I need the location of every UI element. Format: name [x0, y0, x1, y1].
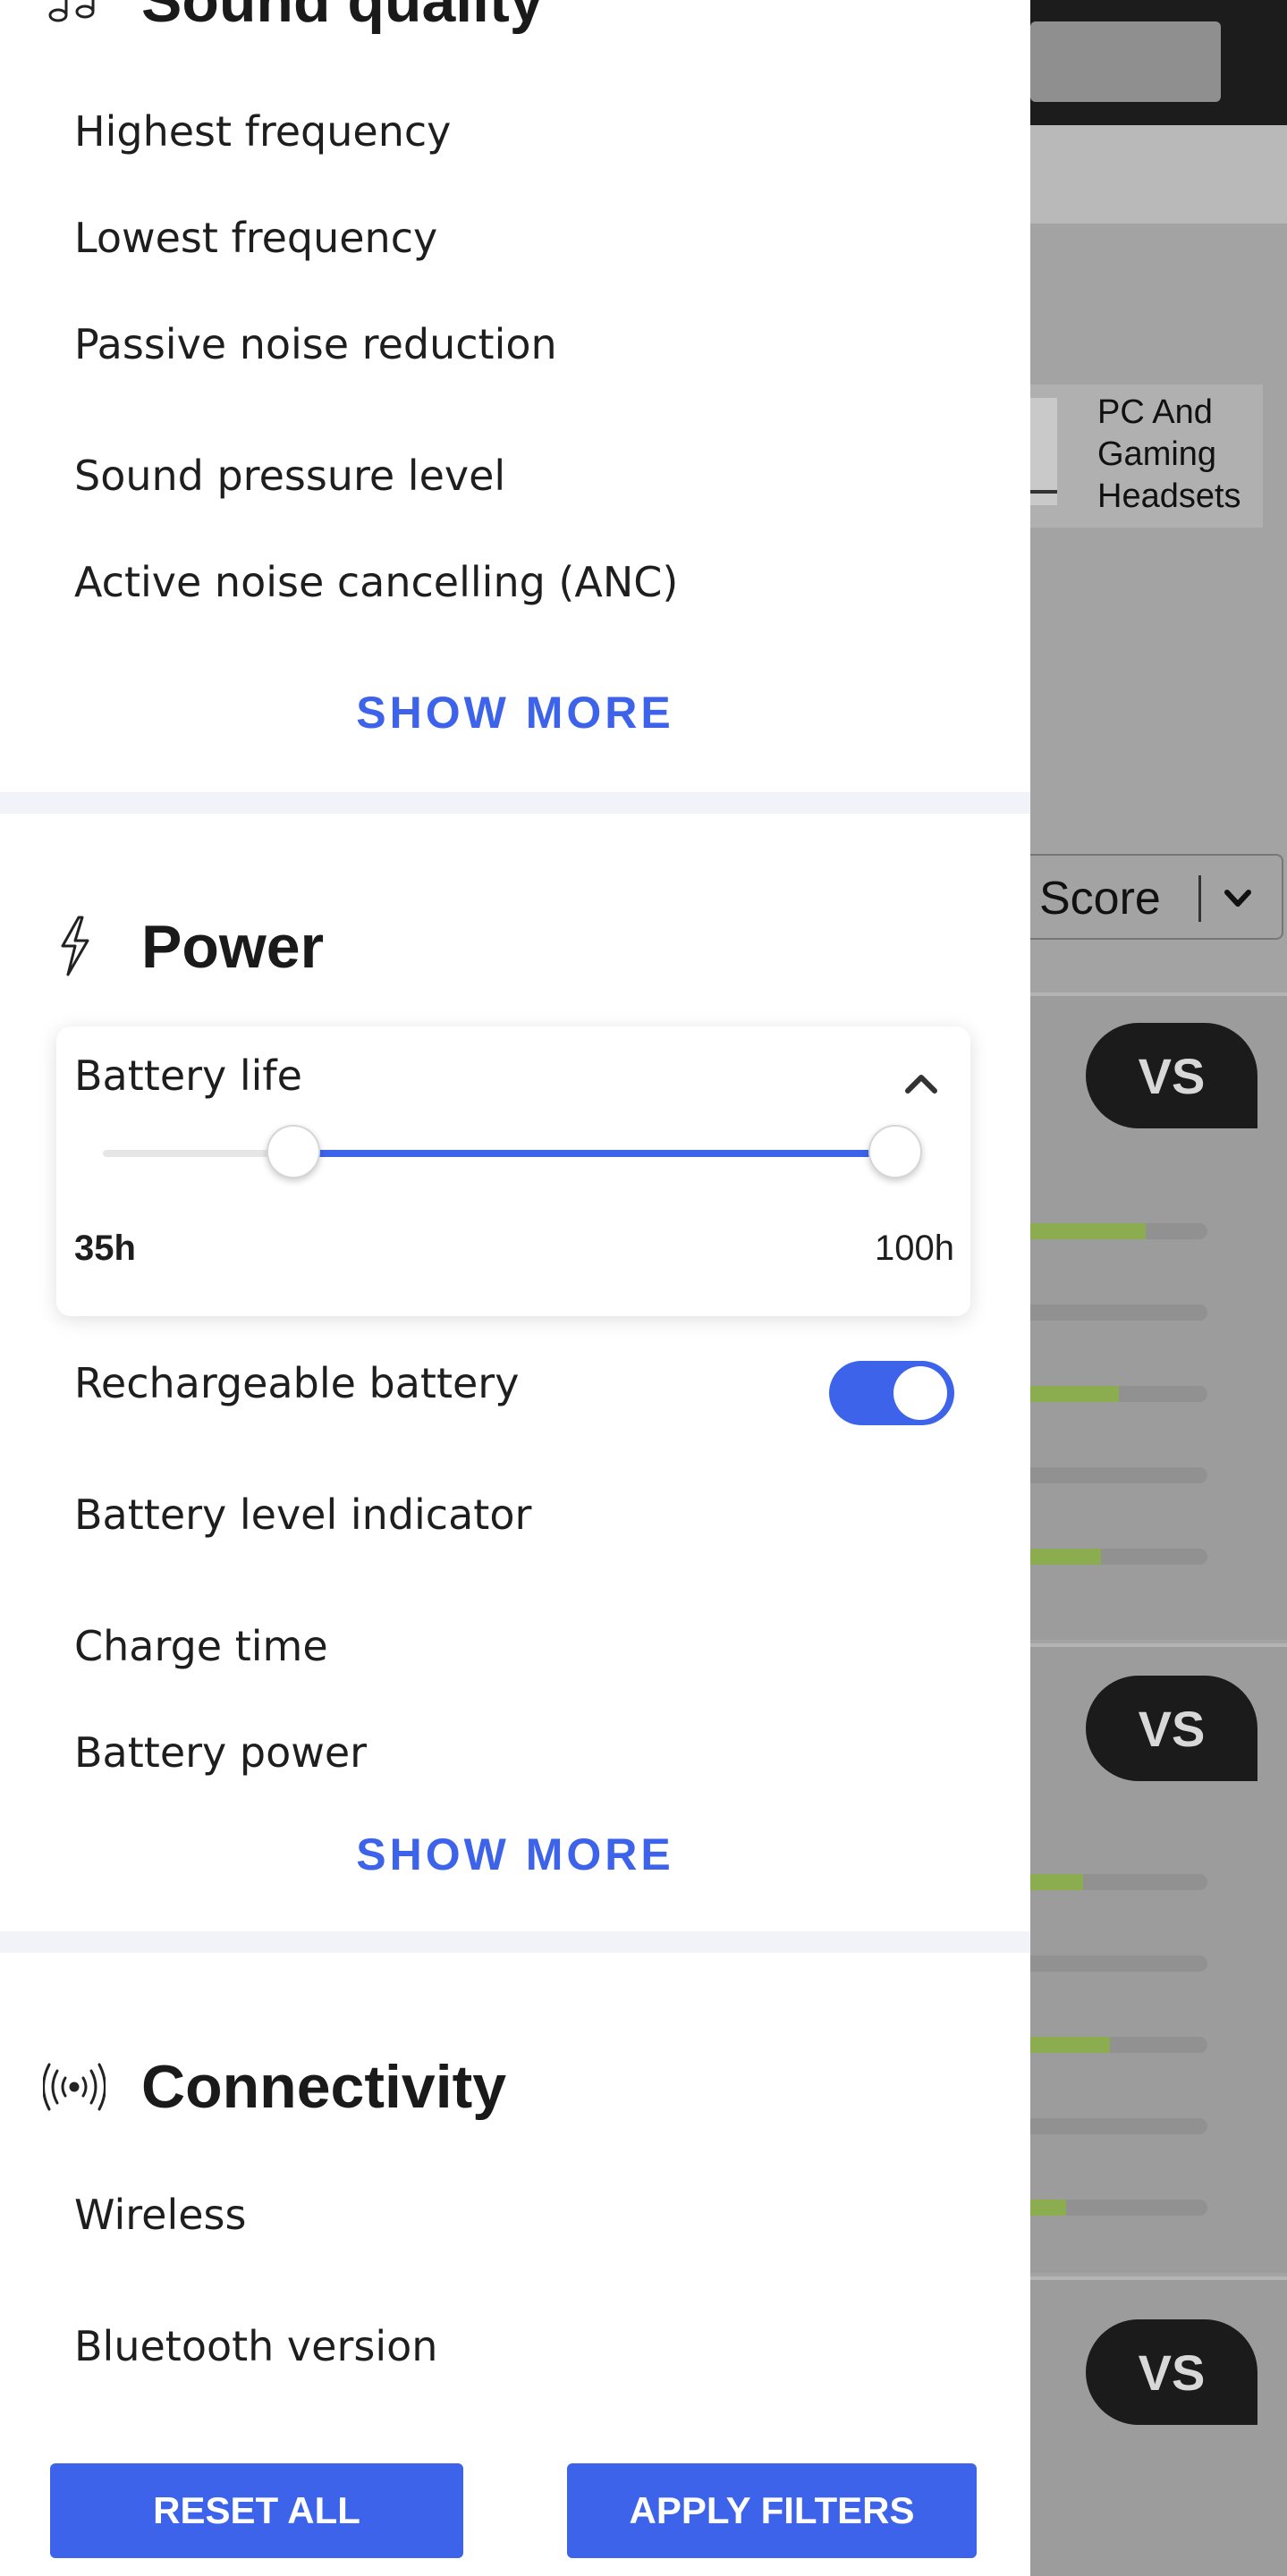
filter-item-passive-noise-reduction[interactable]: Passive noise reduction [74, 320, 557, 368]
section-header-sound-quality: Sound quality [43, 0, 544, 36]
rechargeable-battery-toggle[interactable] [829, 1361, 954, 1425]
score-bar [1030, 1386, 1207, 1402]
vs-badge: VS [1086, 1676, 1257, 1781]
score-bar [1030, 1549, 1207, 1565]
score-bar [1030, 2200, 1207, 2216]
score-bar-fill [1030, 2200, 1066, 2216]
battery-life-max-value: 100h [875, 1229, 954, 1268]
background-nav-strip [1030, 125, 1287, 224]
apply-filters-button[interactable]: APPLY FILTERS [567, 2463, 977, 2558]
show-more-button[interactable]: SHOW MORE [0, 1829, 1030, 1880]
battery-life-filter-card: Battery life 35h 100h [56, 1026, 970, 1316]
battery-life-min-value: 35h [74, 1229, 136, 1268]
section-header-power: Power [43, 912, 324, 982]
lightning-icon [43, 916, 106, 978]
score-bar [1030, 1874, 1207, 1890]
music-notes-icon [43, 0, 106, 32]
filter-item-sound-pressure-level[interactable]: Sound pressure level [74, 452, 505, 500]
category-label: PC And Gaming Headsets [1097, 393, 1241, 515]
section-divider [0, 1931, 1030, 1953]
filter-item-anc[interactable]: Active noise cancelling (ANC) [74, 558, 678, 606]
filter-panel: Sound quality Highest frequency Lowest f… [0, 0, 1030, 2576]
category-thumbnail [1030, 398, 1057, 505]
score-bar [1030, 1467, 1207, 1483]
score-bar [1030, 2118, 1207, 2134]
score-bar-fill [1030, 1874, 1084, 1890]
section-title: Power [141, 913, 325, 981]
section-divider [0, 792, 1030, 814]
background-page: PC And Gaming Headsets Score VS VS VS [1030, 0, 1287, 2576]
vs-badge: VS [1086, 1023, 1257, 1128]
slider-handle-max[interactable] [868, 1125, 922, 1178]
score-bar-fill [1030, 1223, 1146, 1239]
chevron-down-icon [1224, 890, 1251, 907]
battery-life-slider-range [292, 1150, 895, 1157]
section-title: Sound quality [141, 0, 544, 35]
sort-dropdown: Score [1030, 854, 1283, 940]
score-bar [1030, 1305, 1207, 1321]
filter-item-wireless[interactable]: Wireless [74, 2191, 246, 2239]
score-bar-fill [1030, 1386, 1119, 1402]
filter-item-battery-power[interactable]: Battery power [74, 1728, 367, 1777]
sort-label: Score [1039, 873, 1161, 925]
section-title: Connectivity [141, 2053, 507, 2121]
filter-item-lowest-frequency[interactable]: Lowest frequency [74, 214, 437, 262]
reset-all-button[interactable]: RESET ALL [50, 2463, 463, 2558]
filter-item-battery-level-indicator[interactable]: Battery level indicator [74, 1491, 531, 1539]
battery-life-slider-track[interactable] [103, 1125, 922, 1178]
score-bar [1030, 1223, 1207, 1239]
score-bar-fill [1030, 1549, 1102, 1565]
score-bar [1030, 1955, 1207, 1972]
vs-badge: VS [1086, 2319, 1257, 2425]
slider-handle-min[interactable] [266, 1125, 320, 1178]
chevron-up-icon[interactable] [902, 1069, 940, 1096]
sort-divider [1198, 875, 1201, 922]
filter-item-charge-time[interactable]: Charge time [74, 1622, 328, 1670]
section-header-connectivity: Connectivity [43, 2052, 506, 2122]
filter-item-rechargeable-battery: Rechargeable battery [74, 1359, 520, 1407]
battery-life-label: Battery life [74, 1052, 302, 1100]
score-bar [1030, 2037, 1207, 2053]
filter-item-bluetooth-version[interactable]: Bluetooth version [74, 2322, 437, 2370]
show-more-button[interactable]: SHOW MORE [0, 687, 1030, 739]
category-thumbnail-detail [1030, 490, 1057, 494]
product-card: VS [1030, 2276, 1287, 2576]
toggle-knob [893, 1366, 947, 1420]
product-card: VS [1030, 1643, 1287, 2273]
filter-item-highest-frequency[interactable]: Highest frequency [74, 107, 451, 156]
score-bar-fill [1030, 2037, 1111, 2053]
product-card: VS [1030, 992, 1287, 1640]
wireless-signal-icon [43, 2056, 106, 2118]
background-search-bar [1030, 21, 1221, 102]
